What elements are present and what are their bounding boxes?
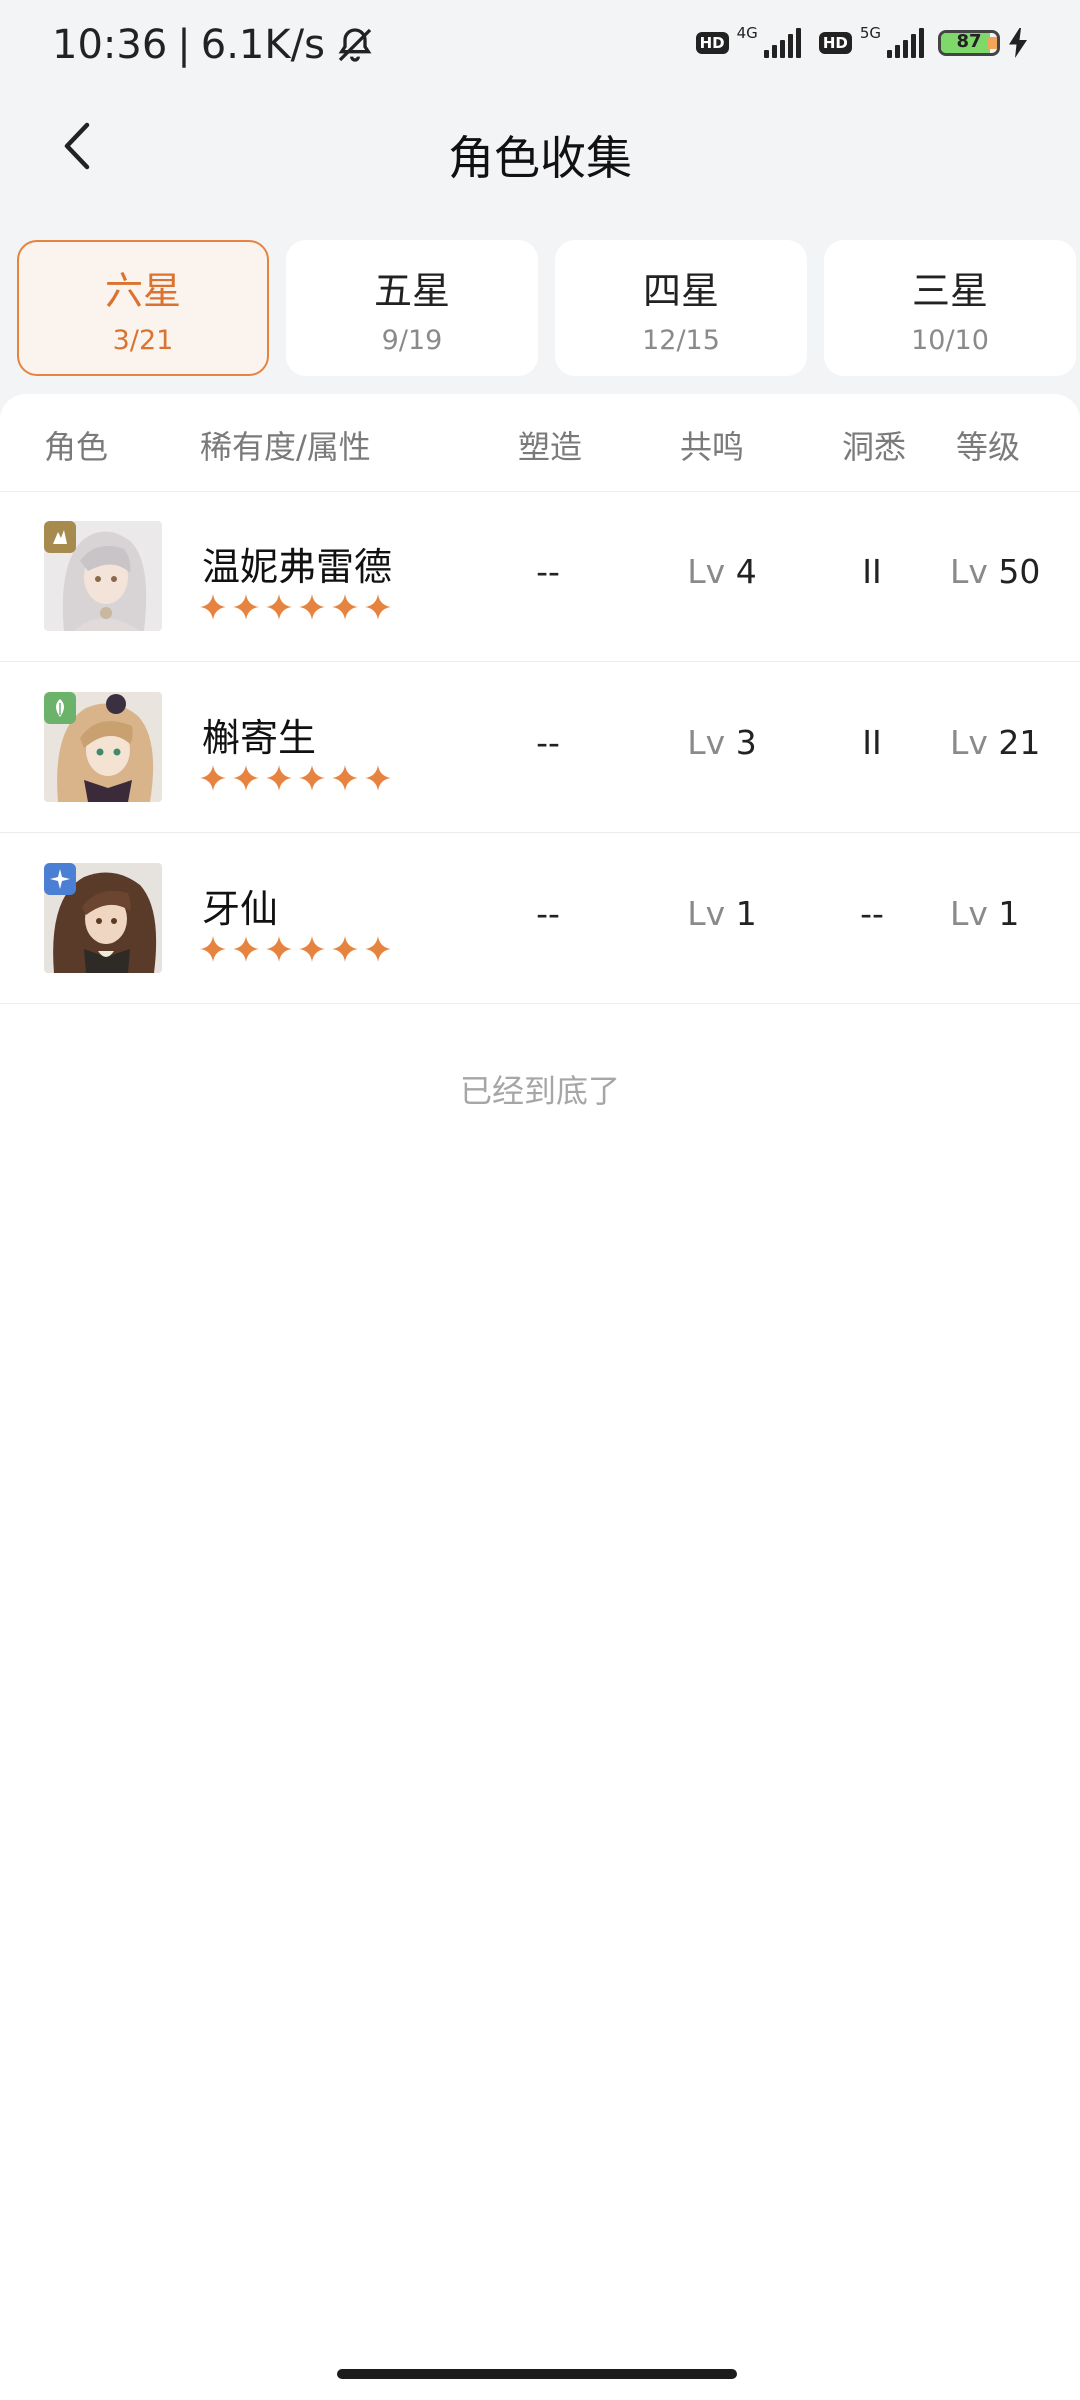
character-row[interactable]: 槲寄生 -- Lv 3 II Lv 21: [0, 663, 1080, 833]
tab-count: 3/21: [112, 325, 174, 356]
forge-value: --: [536, 552, 560, 591]
character-avatar: [44, 692, 162, 802]
rarity-stars: [200, 765, 391, 791]
column-header-resonance: 共鸣: [680, 428, 745, 466]
rarity-stars: [200, 594, 391, 620]
resonance-level: 1: [735, 894, 757, 933]
rarity-star-icon: [299, 936, 325, 962]
beast-icon: [44, 521, 76, 553]
rarity-star-icon: [332, 765, 358, 791]
rarity-star-icon: [200, 594, 226, 620]
level-value: Lv 50: [950, 552, 1070, 591]
rarity-star-icon: [332, 594, 358, 620]
tab-label: 五星: [373, 269, 450, 313]
rarity-star-icon: [266, 594, 292, 620]
forge-value: --: [536, 894, 560, 933]
column-header-rarity-attribute: 稀有度/属性: [200, 428, 371, 466]
resonance-value: Lv 1: [672, 894, 772, 933]
column-header-row: 角色 稀有度/属性 塑造 共鸣 洞悉 等级: [0, 394, 1080, 492]
rarity-star-icon: [365, 765, 391, 791]
character-avatar: [44, 863, 162, 973]
rarity-star-icon: [365, 594, 391, 620]
status-time: 10:36: [52, 22, 168, 68]
leaf-icon: [44, 692, 76, 724]
lv-prefix: Lv: [950, 552, 988, 591]
resonance-level: 3: [735, 723, 757, 762]
rarity-star-icon: [200, 765, 226, 791]
character-row[interactable]: 温妮弗雷德 -- Lv 4 II Lv 50: [0, 492, 1080, 662]
signal-icon-2: [887, 28, 924, 58]
star-compass-icon: [44, 863, 76, 895]
rarity-star-icon: [233, 936, 259, 962]
status-separator: |: [177, 22, 191, 68]
tab-count: 10/10: [911, 325, 989, 356]
lv-prefix: Lv: [950, 723, 988, 762]
column-header-insight: 洞悉: [842, 428, 907, 466]
resonance-level: 4: [735, 552, 757, 591]
character-list-panel: 角色 稀有度/属性 塑造 共鸣 洞悉 等级 温妮弗雷德 -- Lv 4 II L…: [0, 394, 1080, 2400]
status-net-speed: 6.1K/s: [200, 22, 325, 68]
tab-four-star[interactable]: 四星 12/15: [555, 240, 807, 376]
rarity-star-icon: [233, 594, 259, 620]
character-name: 温妮弗雷德: [202, 545, 393, 589]
character-avatar: [44, 521, 162, 631]
tab-label: 三星: [911, 269, 988, 313]
resonance-value: Lv 3: [672, 723, 772, 762]
column-header-level: 等级: [956, 428, 1021, 466]
rarity-star-icon: [365, 936, 391, 962]
rarity-star-icon: [233, 765, 259, 791]
level-value: Lv 1: [950, 894, 1070, 933]
page-title: 角色收集: [448, 131, 632, 185]
level-value: Lv 21: [950, 723, 1070, 762]
bell-muted-icon: [338, 28, 372, 62]
lv-prefix: Lv: [687, 552, 726, 591]
signal-icon-1: [763, 28, 801, 58]
home-indicator[interactable]: [337, 2369, 737, 2379]
tab-six-star[interactable]: 六星 3/21: [17, 240, 269, 376]
lv-prefix: Lv: [687, 894, 726, 933]
insight-value: II: [862, 552, 882, 591]
character-level: 1: [998, 894, 1020, 933]
rarity-star-icon: [332, 936, 358, 962]
rarity-stars: [200, 936, 391, 962]
tab-count: 12/15: [642, 325, 720, 356]
character-row[interactable]: 牙仙 -- Lv 1 -- Lv 1: [0, 834, 1080, 1004]
rarity-tabs: 六星 3/21 五星 9/19 四星 12/15 三星 10/10: [17, 240, 1080, 376]
hd-badge-2: HD: [818, 32, 852, 54]
lv-prefix: Lv: [687, 723, 726, 762]
battery-level: 87: [956, 31, 982, 52]
resonance-value: Lv 4: [672, 552, 772, 591]
rarity-star-icon: [200, 936, 226, 962]
insight-value: --: [860, 894, 884, 933]
status-right: HD 4G HD 5G 87: [695, 24, 1028, 58]
character-level: 50: [998, 552, 1041, 591]
character-name: 槲寄生: [202, 716, 317, 760]
network-type-1: 4G: [736, 24, 758, 42]
character-name: 牙仙: [202, 887, 279, 931]
rarity-star-icon: [266, 936, 292, 962]
hd-badge-1: HD: [695, 32, 729, 54]
status-left: 10:36 | 6.1K/s: [52, 22, 375, 68]
rarity-star-icon: [266, 765, 292, 791]
charging-icon: [1009, 28, 1027, 58]
tab-three-star[interactable]: 三星 10/10: [824, 240, 1076, 376]
insight-value: II: [862, 723, 882, 762]
column-header-character: 角色: [44, 428, 109, 466]
tab-label: 四星: [642, 269, 719, 313]
network-type-2: 5G: [859, 24, 881, 42]
header: 角色收集: [0, 96, 1080, 206]
character-level: 21: [998, 723, 1041, 762]
end-of-list-text: 已经到底了: [459, 1072, 620, 1110]
column-header-forge: 塑造: [518, 428, 583, 466]
rarity-star-icon: [299, 594, 325, 620]
tab-label: 六星: [104, 269, 181, 313]
lv-prefix: Lv: [950, 894, 988, 933]
rarity-star-icon: [299, 765, 325, 791]
status-bar: 10:36 | 6.1K/s HD 4G HD 5G 87: [0, 0, 1080, 96]
forge-value: --: [536, 723, 560, 762]
battery-icon: 87: [938, 30, 1000, 56]
tab-count: 9/19: [381, 325, 443, 356]
tab-five-star[interactable]: 五星 9/19: [286, 240, 538, 376]
